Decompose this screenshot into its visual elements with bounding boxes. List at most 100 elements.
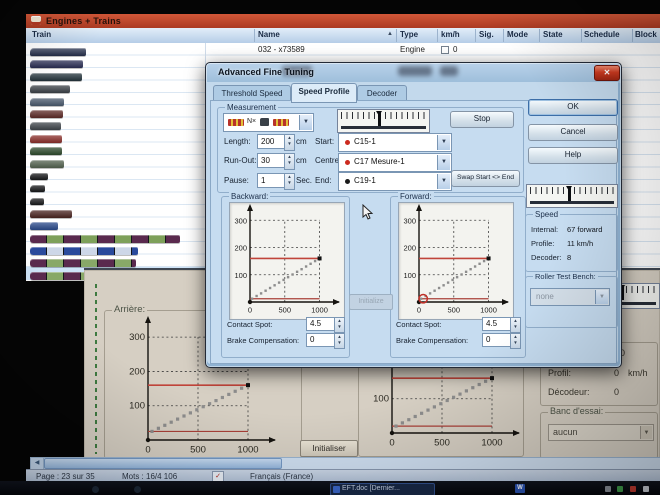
backward-brake-stepper[interactable]: ▲▼ [334,333,345,349]
tray-icon[interactable] [605,486,611,492]
main-window-titlebar[interactable]: Engines + Trains [26,14,660,29]
scrollbar-thumb[interactable] [44,458,282,469]
start-contact-combo[interactable]: C15-1 ▼ [338,133,452,152]
train-list-item[interactable] [30,185,45,192]
tray-icon[interactable] [643,486,649,492]
backward-chart[interactable]: 10020030005001000 [230,203,342,317]
close-icon[interactable]: ✕ [594,65,620,81]
fr-decoder-value: 0 [614,387,619,397]
fr-bench-combo[interactable]: aucun ▼ [548,424,654,441]
col-schedule[interactable]: Schedule [584,30,620,39]
taskbar-icon[interactable] [134,486,141,493]
col-state[interactable]: State [543,30,563,39]
train-select-combo[interactable]: N× ▼ [223,113,314,132]
roller-test-bench-value: none [536,292,554,301]
backward-contact-spot-stepper[interactable]: ▲▼ [334,317,345,333]
measurement-speed-slider[interactable] [337,109,430,133]
word-count[interactable]: Mots : 16/4 106 [122,472,177,481]
train-list-item[interactable] [30,122,61,130]
train-list-item[interactable] [30,222,58,230]
train-list-item[interactable] [30,198,44,205]
swap-start-end-button[interactable]: Swap Start <> End [451,170,520,187]
forward-chart[interactable]: 10020030005001000 [399,203,511,317]
svg-text:1000: 1000 [311,306,328,315]
decoder-value: 8 [567,253,571,262]
row1-kmh-checkbox[interactable] [441,46,449,54]
col-type[interactable]: Type [400,30,418,39]
pause-field[interactable]: 1 [257,173,287,188]
tray-icon[interactable] [617,486,623,492]
contact-indicator-icon [345,160,350,165]
col-kmh[interactable]: km/h [441,30,460,39]
dialog-title: Advanced Fine Tuning [218,67,314,77]
runout-stepper[interactable]: ▲▼ [284,153,295,170]
length-stepper[interactable]: ▲▼ [284,134,295,151]
end-contact-value: C19-1 [354,176,376,185]
roller-test-bench-label: Roller Test Bench: [533,272,598,281]
length-field[interactable]: 200 [257,134,287,149]
end-contact-combo[interactable]: C19-1 ▼ [338,172,452,191]
contact-indicator-icon [345,179,350,184]
train-list-item[interactable] [30,110,63,118]
profile-value: 11 km/h [567,239,593,248]
chevron-down-icon[interactable]: ▼ [640,426,652,439]
col-block[interactable]: Block [635,30,657,39]
forward-contact-spot-stepper[interactable]: ▲▼ [510,317,521,333]
language-indicator[interactable]: Français (France) [250,472,313,481]
col-mode[interactable]: Mode [507,30,528,39]
runout-field[interactable]: 30 [257,153,287,168]
col-name[interactable]: Name [258,30,280,39]
initialize-button[interactable]: Initialize [349,294,393,310]
ok-button[interactable]: OK [528,99,618,116]
train-list-item[interactable] [30,48,86,56]
forward-contact-spot-field[interactable]: 4.5 [482,317,513,331]
chevron-down-icon[interactable]: ▼ [437,135,450,150]
train-list-item[interactable] [30,247,138,255]
length-label: Length: [224,137,251,146]
sort-asc-icon: ▲ [387,31,393,37]
mouse-cursor-icon [362,204,374,221]
pause-unit: Sec. [296,176,312,185]
manual-speed-slider[interactable] [526,184,618,208]
tab-speed-profile[interactable]: Speed Profile [291,83,357,103]
train-list-item[interactable] [30,160,64,168]
train-list-item[interactable] [30,60,83,68]
roller-test-bench-combo[interactable]: none ▼ [530,288,610,306]
train-list-item[interactable] [30,235,180,243]
train-list-item[interactable] [30,259,136,267]
cancel-button[interactable]: Cancel [528,124,618,141]
backward-brake-field[interactable]: 0 [306,333,337,347]
forward-brake-field[interactable]: 0 [482,333,513,347]
train-list-item[interactable] [30,210,72,218]
forward-brake-stepper[interactable]: ▲▼ [510,333,521,349]
svg-text:1000: 1000 [237,445,258,456]
chevron-down-icon[interactable]: ▼ [437,155,450,170]
train-combo-text: N× [247,118,256,125]
row1-kmh: 0 [453,45,457,54]
chevron-down-icon[interactable]: ▼ [299,115,312,130]
row1-name[interactable]: 032 - x73589 [258,45,305,54]
backward-contact-spot-field[interactable]: 4.5 [306,317,337,331]
taskbar-item-document[interactable]: EFT.doc [Dernier... [330,483,435,495]
help-button[interactable]: Help [528,147,618,164]
chevron-down-icon[interactable]: ▼ [595,290,608,304]
taskbar-icon[interactable] [92,486,99,493]
pause-stepper[interactable]: ▲▼ [284,173,295,190]
col-sig[interactable]: Sig. [479,30,494,39]
train-list-item[interactable] [30,85,70,93]
train-list-item[interactable] [30,147,62,155]
word-app-icon[interactable]: W [515,484,525,493]
train-list-item[interactable] [30,173,48,180]
chevron-down-icon[interactable]: ▼ [437,174,450,189]
col-train[interactable]: Train [32,30,51,39]
train-list-item[interactable] [30,73,82,81]
train-list-item[interactable] [30,98,64,106]
tray-icon[interactable] [630,486,636,492]
end-label: End: [315,176,331,185]
train-list-item[interactable] [30,135,62,143]
centre-contact-combo[interactable]: C17 Mesure-1 ▼ [338,153,452,172]
stop-button[interactable]: Stop [450,111,514,128]
page-count[interactable]: Page : 23 sur 35 [36,472,95,481]
fr-initialize-button[interactable]: Initialiser [300,440,358,457]
train-table-header: Train Name ▲ Type km/h Sig. Mode State S… [26,28,660,44]
